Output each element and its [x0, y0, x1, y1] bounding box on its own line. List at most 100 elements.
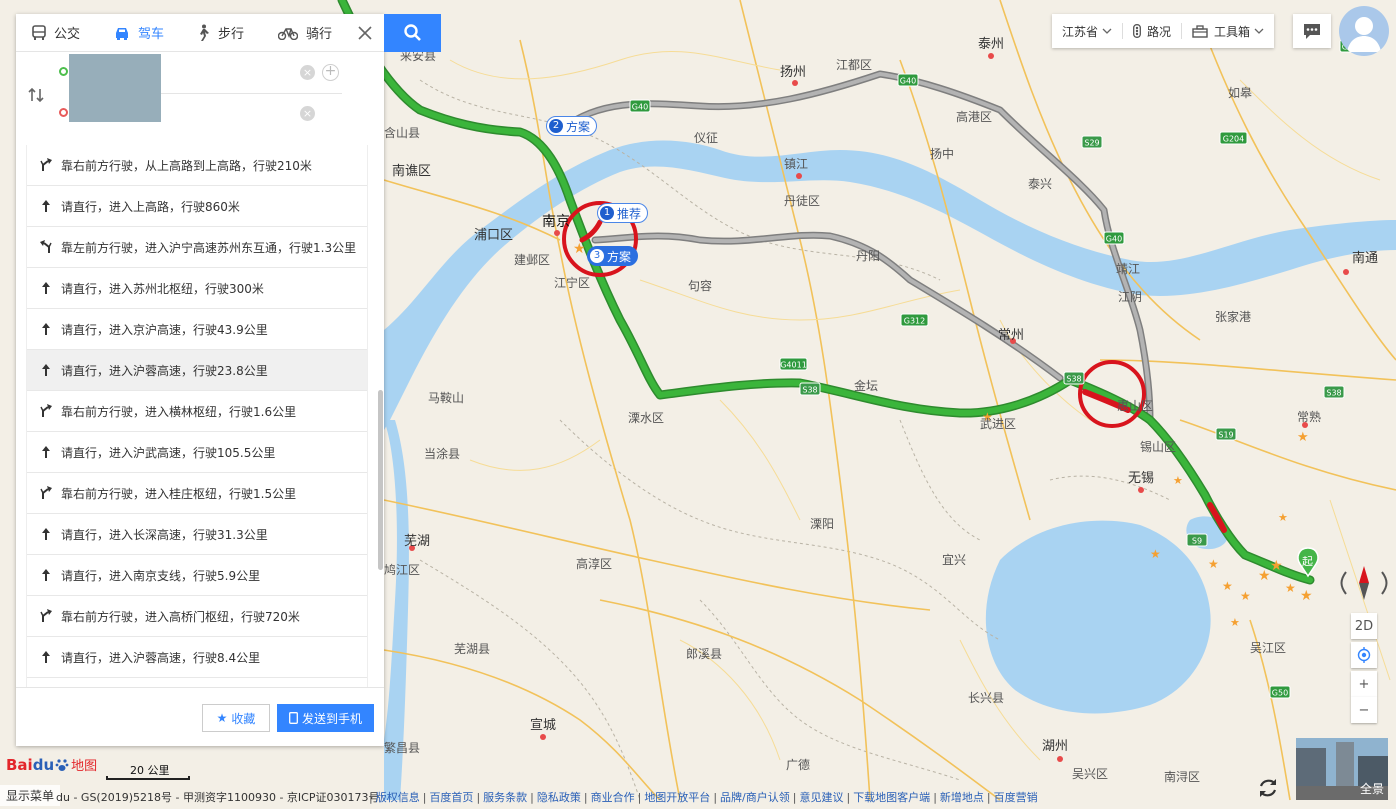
map-label: 南浔区: [1164, 769, 1200, 784]
road-shield: S29: [1081, 135, 1103, 149]
footer-link[interactable]: 商业合作: [591, 791, 635, 804]
map-label: 鸠江区: [384, 563, 420, 577]
locate-button[interactable]: [1351, 642, 1377, 668]
tab-walk[interactable]: 步行: [180, 14, 262, 52]
route-step[interactable]: 请直行，进入沪蓉高速，行驶8.4公里: [27, 637, 367, 678]
straight-arrow-icon: [39, 445, 53, 459]
bear-right-icon: [39, 609, 53, 623]
clear-start-button[interactable]: ×: [300, 65, 315, 80]
footer-link[interactable]: 百度营销: [994, 791, 1038, 804]
streetview-thumbnail[interactable]: 全景: [1296, 738, 1388, 800]
footer-link[interactable]: 意见建议: [799, 791, 843, 804]
route-step[interactable]: 靠右前方行驶，进入桂庄枢纽，行驶1.5公里: [27, 473, 367, 514]
swap-icon[interactable]: [26, 85, 46, 105]
start-dot: [59, 67, 68, 76]
shield-code: S29: [1084, 139, 1099, 148]
footer-link[interactable]: 隐私政策: [537, 791, 581, 804]
add-waypoint-button[interactable]: +: [322, 64, 339, 81]
map-label: 高港区: [956, 109, 992, 124]
link-separator: |: [583, 791, 588, 804]
close-icon[interactable]: [354, 22, 376, 44]
start-marker-label: 起: [1302, 555, 1313, 568]
straight-arrow-icon: [39, 322, 53, 336]
straight-arrow-icon: [39, 281, 53, 295]
chevron-down-icon: [1102, 28, 1112, 34]
road-shield: G40: [897, 73, 919, 87]
tab-drive[interactable]: 驾车: [98, 14, 180, 52]
compass-icon[interactable]: [1338, 556, 1390, 608]
poi-star: ★: [573, 241, 586, 257]
road-shield: G40: [629, 99, 651, 113]
scrollbar[interactable]: [378, 390, 383, 570]
map-label: 金坛: [854, 378, 878, 393]
straight-arrow-icon: [39, 568, 53, 582]
star-icon: ★: [216, 711, 228, 725]
tab-label: 骑行: [306, 27, 333, 42]
view-mode-toggle[interactable]: 2D: [1351, 613, 1377, 639]
route-step[interactable]: 靠右前方行驶，从上高路到上高路，行驶210米: [27, 145, 367, 186]
route-step[interactable]: 请直行，进入长深高速，行驶31.3公里: [27, 514, 367, 555]
road-shield: S38: [799, 382, 821, 396]
footer-link[interactable]: 百度首页: [429, 791, 473, 804]
footer-link[interactable]: 地图开放平台: [644, 791, 710, 804]
user-icon: [1347, 17, 1381, 52]
route-number: 1: [600, 206, 614, 220]
zoom-out-button[interactable]: −: [1351, 697, 1377, 723]
toolbox-menu[interactable]: 工具箱: [1182, 14, 1274, 48]
shield-code: G40: [900, 77, 916, 86]
route-tag-2[interactable]: 2 方案: [546, 116, 598, 136]
route-step[interactable]: 请直行，进入京沪高速，行驶43.9公里: [27, 309, 367, 350]
avatar[interactable]: [1339, 6, 1389, 56]
poi-star: ★: [1173, 474, 1183, 487]
route-step[interactable]: 请直行，进入沪蓉高速，行驶23.8公里: [27, 350, 367, 391]
route-step[interactable]: 靠右前方行驶，进入横林枢纽，行驶1.6公里: [27, 391, 367, 432]
poi-star: ★: [1285, 581, 1296, 595]
traffic-label: 路况: [1147, 24, 1172, 39]
message-icon: [1304, 24, 1320, 39]
map-label: 泰兴: [1028, 177, 1052, 191]
route-step[interactable]: 靠右前方行驶，进入高桥门枢纽，行驶720米: [27, 596, 367, 637]
link-separator: |: [792, 791, 797, 804]
route-step[interactable]: 请直行，进入沪武高速，行驶105.5公里: [27, 432, 367, 473]
shield-code: S38: [1066, 375, 1081, 384]
footer-link[interactable]: 品牌/商户认领: [720, 791, 790, 804]
route-step[interactable]: 靠左前方行驶，进入沪宁高速苏州东互通，行驶1.3公里: [27, 227, 367, 268]
tab-bus[interactable]: 公交: [16, 14, 98, 52]
footer-link[interactable]: 新增地点: [940, 791, 984, 804]
chevron-down-icon: [1254, 28, 1264, 34]
zoom-in-button[interactable]: +: [1351, 671, 1377, 697]
streetview-label: 全景: [1359, 782, 1384, 796]
route-step[interactable]: 请直行，进入苏州北枢纽，行驶300米: [27, 268, 367, 309]
bear-right-icon: [39, 486, 53, 500]
phone-icon: [289, 712, 298, 724]
footer-link[interactable]: 服务条款: [483, 791, 527, 804]
refresh-icon[interactable]: [1255, 775, 1281, 801]
link-separator: |: [369, 791, 373, 804]
traffic-toggle[interactable]: 路况: [1123, 14, 1181, 48]
baidu-map-logo[interactable]: Baidu 地图: [6, 755, 97, 775]
map-toolbar: 江苏省 路况 工具箱: [1052, 14, 1275, 48]
search-button[interactable]: [384, 14, 441, 52]
map-label: 南通: [1352, 250, 1378, 266]
route-tag-3[interactable]: 3 方案: [587, 246, 639, 266]
clear-end-button[interactable]: ×: [300, 106, 315, 121]
road-shield: G312: [900, 313, 929, 327]
footer-link[interactable]: 下载地图客户端: [853, 791, 930, 804]
footer-link[interactable]: 版权信息: [376, 791, 420, 804]
route-step-text: 靠右前方行驶，进入横林枢纽，行驶1.6公里: [61, 404, 297, 419]
toolbox-label: 工具箱: [1214, 24, 1251, 39]
map-label: 吴江区: [1250, 641, 1286, 655]
traffic-light-icon: [1133, 24, 1141, 38]
address-input-redacted[interactable]: [69, 54, 161, 122]
tab-bike[interactable]: 骑行: [262, 14, 344, 52]
show-menu-button[interactable]: 显示菜单: [0, 785, 61, 806]
province-selector[interactable]: 江苏省: [1052, 14, 1122, 48]
message-button[interactable]: [1293, 14, 1331, 48]
bike-icon: [278, 27, 298, 40]
send-to-phone-button[interactable]: 发送到手机: [277, 704, 374, 732]
route-step-text: 靠左前方行驶，进入沪宁高速苏州东互通，行驶1.3公里: [61, 240, 357, 255]
favorite-button[interactable]: ★ 收藏: [202, 704, 270, 732]
route-tag-1[interactable]: 1 推荐: [597, 203, 649, 223]
route-step[interactable]: 请直行，进入上高路，行驶860米: [27, 186, 367, 227]
route-step[interactable]: 请直行，进入南京支线，行驶5.9公里: [27, 555, 367, 596]
